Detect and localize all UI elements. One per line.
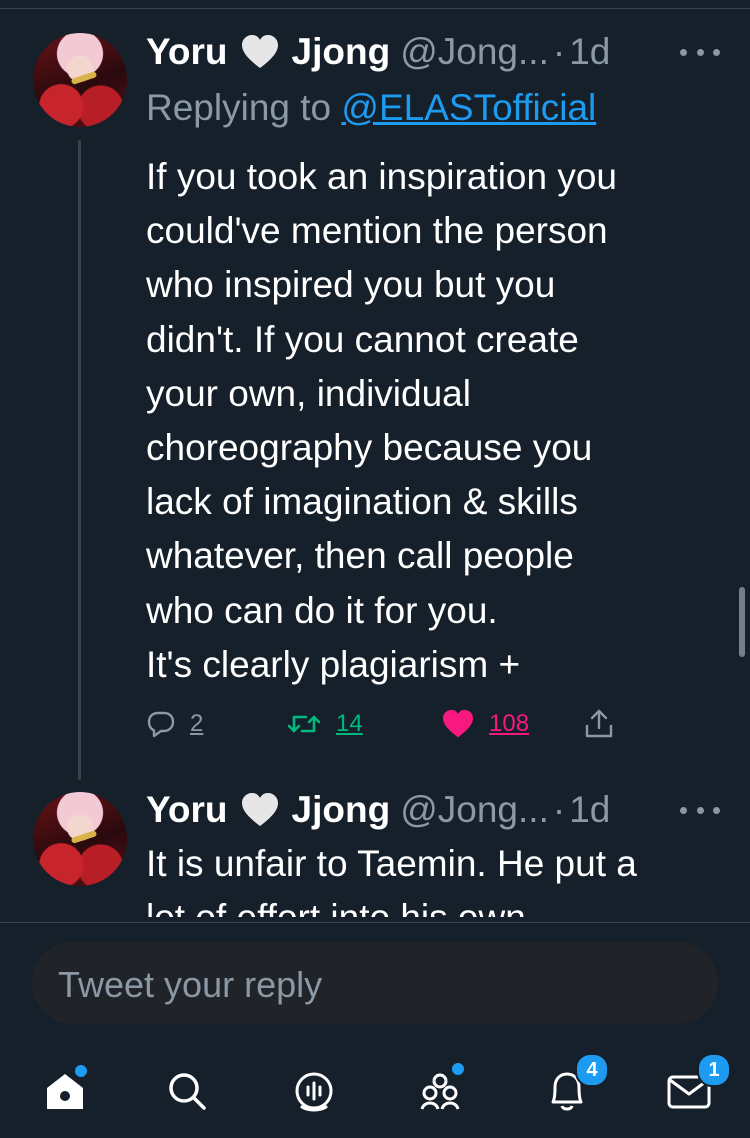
retweet-count: 14 <box>336 710 363 737</box>
display-name-suffix[interactable]: Jjong <box>292 31 391 73</box>
spaces-icon <box>295 1072 333 1112</box>
reply-composer[interactable]: Tweet your reply <box>32 942 718 1024</box>
communities-notification-dot <box>450 1061 466 1077</box>
top-divider <box>0 8 750 9</box>
reply-count: 2 <box>190 710 204 737</box>
tweet-header: Yoru Jjong @Jong... · 1d <box>146 787 610 833</box>
search-icon <box>169 1073 206 1110</box>
separator-dot: · <box>552 31 566 72</box>
white-heart-icon <box>241 793 278 826</box>
nav-notifications[interactable]: 4 <box>535 1053 609 1123</box>
reply-placeholder: Tweet your reply <box>58 964 323 1005</box>
separator-dot: · <box>552 789 566 830</box>
scrollbar[interactable] <box>739 587 745 657</box>
nav-spaces[interactable] <box>282 1059 346 1123</box>
nav-communities[interactable] <box>408 1059 472 1123</box>
home-notification-dot <box>73 1063 89 1079</box>
timestamp[interactable]: 1d <box>569 789 610 831</box>
replying-to-link[interactable]: @ELASTofficial <box>341 87 596 128</box>
bottom-navigation: 4 1 <box>0 1051 750 1131</box>
reply-button[interactable]: 2 <box>146 702 203 746</box>
like-button[interactable]: 108 <box>441 702 529 746</box>
like-count: 108 <box>489 710 530 737</box>
retweet-button[interactable]: 14 <box>286 702 363 746</box>
avatar[interactable] <box>33 792 127 886</box>
nav-messages[interactable]: 1 <box>657 1053 731 1123</box>
messages-badge: 1 <box>697 1053 731 1087</box>
nav-home[interactable] <box>33 1059 97 1123</box>
retweet-icon <box>287 715 321 733</box>
more-options-icon[interactable] <box>680 42 720 62</box>
avatar[interactable] <box>33 33 127 127</box>
white-heart-icon <box>241 35 278 68</box>
tweet-actions: 2 14 108 <box>146 702 626 746</box>
liked-heart-icon <box>443 709 473 738</box>
display-name[interactable]: Yoru <box>146 789 228 831</box>
display-name-suffix[interactable]: Jjong <box>292 789 391 831</box>
thread-line <box>78 140 81 780</box>
replying-to-label: Replying to <box>146 87 342 128</box>
share-button[interactable] <box>583 702 615 746</box>
tweet-text-content: It is unfair to Taemin. He put a lot of … <box>146 843 637 917</box>
handle[interactable]: @Jong... <box>400 789 549 831</box>
display-name[interactable]: Yoru <box>146 31 228 73</box>
timestamp[interactable]: 1d <box>569 31 610 73</box>
bottom-panel: Tweet your reply 4 1 <box>0 922 750 1138</box>
tweet-text: It is unfair to Taemin. He put a lot of … <box>146 837 736 917</box>
nav-search[interactable] <box>155 1059 219 1123</box>
share-icon <box>585 709 613 738</box>
tweet-text: If you took an inspiration you could've … <box>146 156 618 685</box>
handle[interactable]: @Jong... <box>400 31 549 73</box>
tweet-header: Yoru Jjong @Jong... · 1d <box>146 29 610 75</box>
notifications-badge: 4 <box>575 1053 609 1087</box>
more-options-icon[interactable] <box>680 800 720 820</box>
replying-to: Replying to @ELASTofficial <box>146 87 596 129</box>
reply-icon <box>147 711 175 738</box>
